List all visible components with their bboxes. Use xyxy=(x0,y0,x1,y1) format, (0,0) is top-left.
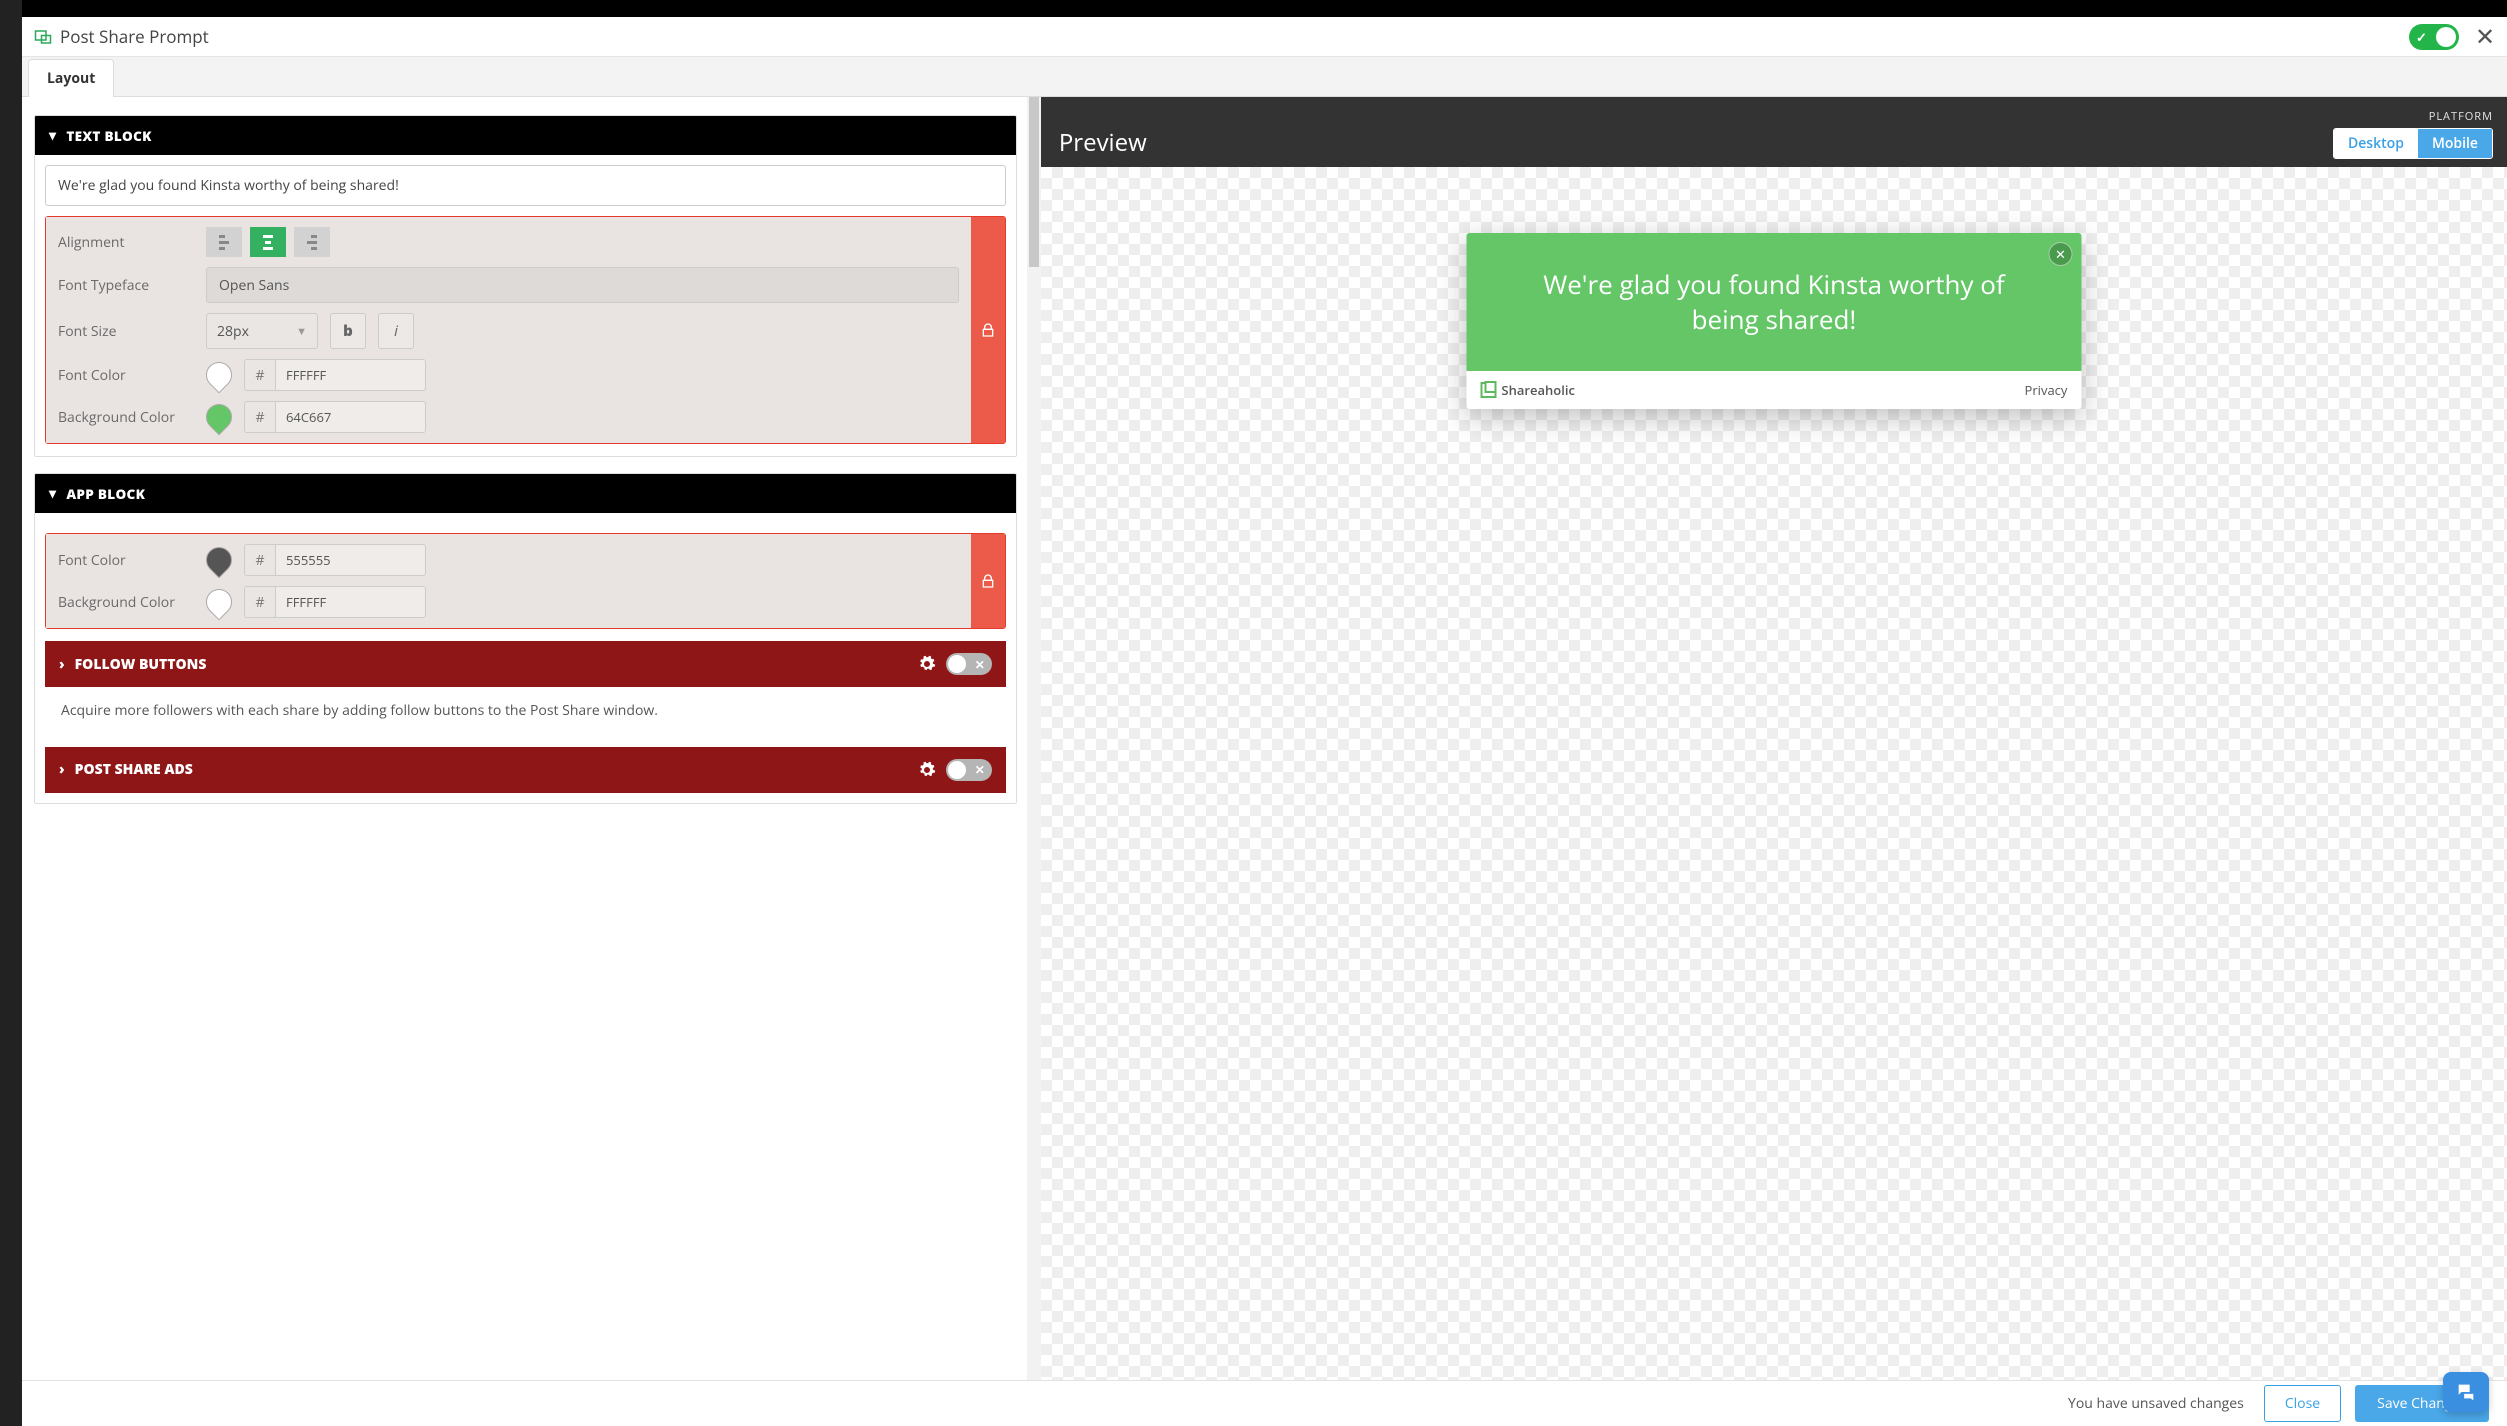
preview-canvas: ✕ We're glad you found Kinsta worthy of … xyxy=(1041,167,2507,1426)
app-bg-color-input[interactable] xyxy=(276,586,426,618)
lock-icon xyxy=(980,322,996,338)
caret-down-icon: ▼ xyxy=(296,324,307,339)
shareaholic-logo-icon xyxy=(1480,382,1496,398)
section-header-follow-buttons[interactable]: › FOLLOW BUTTONS ✕ xyxy=(45,641,1006,687)
label-font-color: Font Color xyxy=(58,366,194,385)
post-share-ads-toggle[interactable]: ✕ xyxy=(946,759,992,781)
chevron-down-icon: ▾ xyxy=(49,126,56,145)
text-block-text-input[interactable] xyxy=(45,165,1006,206)
app-font-color-input[interactable] xyxy=(276,544,426,576)
section-text-block: ▾ TEXT BLOCK Alignment xyxy=(34,115,1017,457)
x-icon: ✕ xyxy=(975,656,985,673)
font-color-swatch[interactable] xyxy=(201,357,238,394)
italic-button[interactable]: i xyxy=(378,313,414,349)
shareaholic-brand[interactable]: Shareaholic xyxy=(1480,381,1575,399)
lock-icon xyxy=(980,573,996,589)
bold-button[interactable]: b xyxy=(330,313,366,349)
unsaved-changes-text: You have unsaved changes xyxy=(2068,1394,2244,1413)
feature-enabled-toggle[interactable]: ✓ xyxy=(2409,24,2459,50)
section-title: FOLLOW BUTTONS xyxy=(75,655,908,674)
hash-prefix: # xyxy=(244,401,276,433)
font-size-select[interactable]: 28px ▼ xyxy=(206,313,318,349)
chat-icon xyxy=(2455,1381,2477,1403)
preview-header: Preview PLATFORM Desktop Mobile xyxy=(1041,97,2507,167)
platform-label: PLATFORM xyxy=(2333,109,2493,124)
gear-icon[interactable] xyxy=(918,761,936,779)
section-title: POST SHARE ADS xyxy=(75,760,908,779)
section-app-block: ▾ APP BLOCK Font Color # xyxy=(34,473,1017,804)
section-header-app-block[interactable]: ▾ APP BLOCK xyxy=(35,474,1016,513)
app-bg-color-swatch[interactable] xyxy=(201,584,238,621)
check-icon: ✓ xyxy=(2416,28,2427,46)
modal-title: Post Share Prompt xyxy=(60,25,209,48)
align-right-button[interactable] xyxy=(294,227,330,257)
section-title: APP BLOCK xyxy=(66,485,145,503)
label-bg-color: Background Color xyxy=(58,408,194,427)
follow-buttons-toggle[interactable]: ✕ xyxy=(946,653,992,675)
section-header-post-share-ads[interactable]: › POST SHARE ADS ✕ xyxy=(45,747,1006,793)
preview-panel: Preview PLATFORM Desktop Mobile ✕ We're … xyxy=(1041,97,2507,1426)
help-chat-button[interactable] xyxy=(2443,1372,2489,1412)
premium-lock-strip[interactable] xyxy=(971,534,1005,628)
premium-lock-strip[interactable] xyxy=(971,217,1005,443)
scrollbar-thumb[interactable] xyxy=(1029,97,1039,267)
app-logo-icon xyxy=(34,28,52,46)
platform-toggle: Desktop Mobile xyxy=(2333,128,2493,159)
preview-close-button[interactable]: ✕ xyxy=(2048,242,2072,266)
app-block-locked-options: Font Color # Background Color xyxy=(45,533,1006,629)
close-button[interactable]: Close xyxy=(2264,1385,2341,1422)
text-block-locked-options: Alignment Font Typeface Open xyxy=(45,216,1006,444)
font-typeface-select[interactable]: Open Sans xyxy=(206,267,959,303)
align-center-button[interactable] xyxy=(250,227,286,257)
app-font-color-swatch[interactable] xyxy=(201,542,238,579)
share-prompt-preview-card: ✕ We're glad you found Kinsta worthy of … xyxy=(1466,233,2081,409)
platform-desktop-button[interactable]: Desktop xyxy=(2334,129,2418,158)
label-typeface: Font Typeface xyxy=(58,276,194,295)
post-share-prompt-modal: Post Share Prompt ✓ ✕ Layout ▾ TEXT BLOC… xyxy=(22,17,2507,1426)
tabs-strip: Layout xyxy=(22,57,2507,97)
chevron-right-icon: › xyxy=(59,655,65,674)
close-modal-button[interactable]: ✕ xyxy=(2475,27,2495,47)
settings-panel: ▾ TEXT BLOCK Alignment xyxy=(22,97,1041,1426)
modal-footer-bar: You have unsaved changes Close Save Chan… xyxy=(22,1380,2507,1426)
label-alignment: Alignment xyxy=(58,233,194,252)
modal-header: Post Share Prompt ✓ ✕ xyxy=(22,17,2507,57)
label-font-color: Font Color xyxy=(58,551,194,570)
platform-mobile-button[interactable]: Mobile xyxy=(2418,129,2492,158)
hash-prefix: # xyxy=(244,359,276,391)
hash-prefix: # xyxy=(244,544,276,576)
chevron-down-icon: ▾ xyxy=(49,484,56,503)
label-font-size: Font Size xyxy=(58,322,194,341)
privacy-link[interactable]: Privacy xyxy=(2025,381,2068,399)
follow-buttons-description: Acquire more followers with each share b… xyxy=(45,687,1006,735)
bg-color-swatch[interactable] xyxy=(201,399,238,436)
align-left-button[interactable] xyxy=(206,227,242,257)
tab-layout[interactable]: Layout xyxy=(28,59,114,97)
preview-message: We're glad you found Kinsta worthy of be… xyxy=(1506,267,2041,337)
font-color-input[interactable] xyxy=(276,359,426,391)
settings-scrollbar[interactable] xyxy=(1027,97,1041,1426)
section-title: TEXT BLOCK xyxy=(66,127,151,145)
preview-title: Preview xyxy=(1059,126,2333,159)
hash-prefix: # xyxy=(244,586,276,618)
section-header-text-block[interactable]: ▾ TEXT BLOCK xyxy=(35,116,1016,155)
x-icon: ✕ xyxy=(975,761,985,778)
label-bg-color: Background Color xyxy=(58,593,194,612)
wp-admin-sidebar-sliver xyxy=(0,0,22,1426)
bg-color-input[interactable] xyxy=(276,401,426,433)
chevron-right-icon: › xyxy=(59,760,65,779)
gear-icon[interactable] xyxy=(918,655,936,673)
